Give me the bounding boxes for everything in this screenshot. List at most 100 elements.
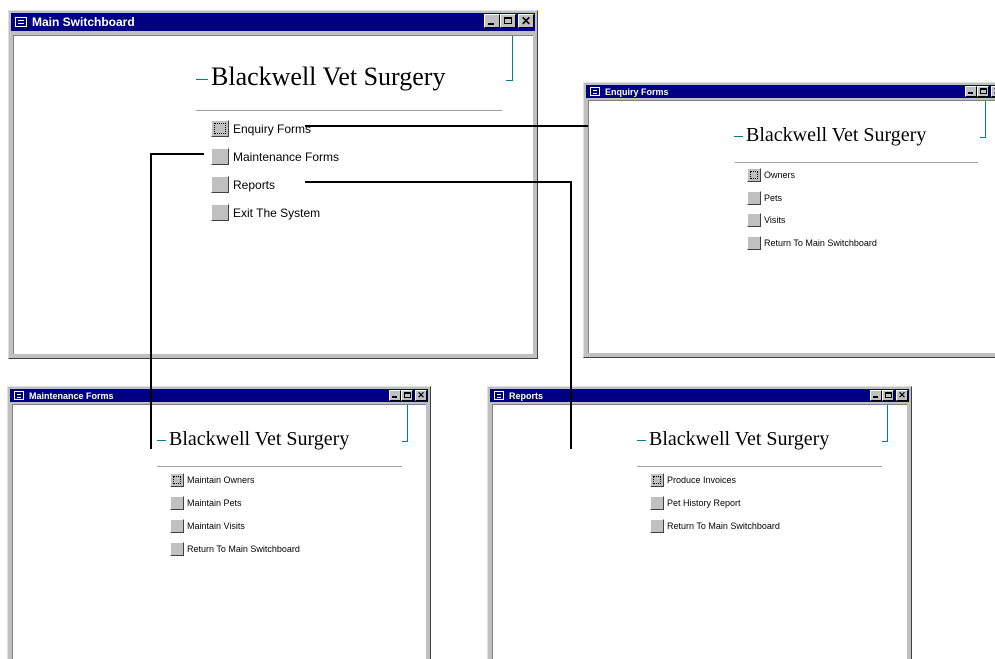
- divider: [637, 466, 882, 467]
- page-title: Blackwell Vet Surgery: [157, 428, 349, 451]
- divider: [735, 162, 978, 163]
- close-button[interactable]: ✕: [896, 390, 908, 401]
- switchboard-item-exit[interactable]: Exit The System: [211, 204, 320, 221]
- divider: [196, 110, 502, 111]
- close-button[interactable]: ✕: [518, 14, 534, 28]
- switchboard-item-pet-history-report[interactable]: Pet History Report: [650, 496, 741, 510]
- switchboard-body: Blackwell Vet Surgery Produce Invoices P…: [492, 404, 907, 659]
- switchboard-button[interactable]: [650, 473, 664, 487]
- enquiry-forms-titlebar[interactable]: Enquiry Forms: [586, 85, 995, 98]
- item-label: Return To Main Switchboard: [187, 544, 300, 554]
- reports-window: Reports ✕ Blackwell Vet Surgery Produce …: [487, 386, 912, 659]
- switchboard-button[interactable]: [747, 191, 761, 205]
- connector-maintenance-v: [150, 153, 152, 449]
- item-label: Pet History Report: [667, 498, 741, 508]
- page-title: Blackwell Vet Surgery: [637, 428, 829, 451]
- accent-bracket: [402, 405, 408, 442]
- switchboard-icon[interactable]: [15, 17, 27, 27]
- connector-maintenance-h: [150, 153, 204, 155]
- switchboard-button[interactable]: [170, 519, 184, 533]
- main-switchboard-titlebar[interactable]: Main Switchboard: [11, 13, 535, 31]
- switchboard-button[interactable]: [747, 213, 761, 227]
- minimize-button[interactable]: [389, 390, 401, 401]
- close-icon: ✕: [417, 390, 425, 400]
- switchboard-button[interactable]: [170, 542, 184, 556]
- switchboard-button[interactable]: [211, 204, 229, 221]
- page-title: Blackwell Vet Surgery: [196, 62, 445, 92]
- switchboard-body: Blackwell Vet Surgery Maintain Owners Ma…: [12, 404, 426, 659]
- enquiry-forms-window: Enquiry Forms ✕ Blackwell Vet Surgery Ow…: [583, 82, 995, 358]
- switchboard-item-return[interactable]: Return To Main Switchboard: [747, 236, 877, 250]
- window-title: Main Switchboard: [32, 15, 135, 29]
- reports-titlebar[interactable]: Reports: [490, 389, 909, 402]
- switchboard-item-enquiry-forms[interactable]: Enquiry Forms: [211, 120, 311, 137]
- maximize-icon: [404, 392, 411, 398]
- maximize-icon: [980, 88, 987, 94]
- minimize-button[interactable]: [484, 14, 500, 28]
- page-title: Blackwell Vet Surgery: [734, 124, 926, 147]
- switchboard-button[interactable]: [211, 120, 229, 137]
- window-controls: ✕: [870, 390, 908, 401]
- divider: [157, 466, 402, 467]
- item-label: Pets: [764, 193, 783, 203]
- minimize-button[interactable]: [870, 390, 882, 401]
- maximize-icon: [504, 17, 512, 24]
- item-label: Reports: [233, 177, 276, 192]
- switchboard-item-reports[interactable]: Reports: [211, 176, 275, 193]
- switchboard-button[interactable]: [170, 473, 184, 487]
- switchboard-icon[interactable]: [14, 391, 24, 400]
- minimize-icon: [968, 92, 973, 94]
- switchboard-item-return[interactable]: Return To Main Switchboard: [650, 519, 780, 533]
- switchboard-button[interactable]: [747, 168, 761, 182]
- switchboard-button[interactable]: [170, 496, 184, 510]
- minimize-icon: [392, 396, 397, 398]
- switchboard-item-maintain-pets[interactable]: Maintain Pets: [170, 496, 242, 510]
- switchboard-button[interactable]: [211, 148, 229, 165]
- minimize-icon: [488, 23, 494, 25]
- accent-bracket: [506, 36, 513, 81]
- close-icon: ✕: [898, 390, 906, 400]
- accent-dash: [196, 78, 208, 80]
- connector-reports-v: [570, 181, 572, 449]
- close-button[interactable]: ✕: [415, 390, 427, 401]
- item-label: Produce Invoices: [667, 475, 737, 485]
- item-label: Maintenance Forms: [233, 149, 340, 164]
- accent-dash: [157, 439, 166, 441]
- switchboard-item-produce-invoices[interactable]: Produce Invoices: [650, 473, 736, 487]
- switchboard-icon[interactable]: [494, 391, 504, 400]
- accent-dash: [637, 439, 646, 441]
- switchboard-item-visits[interactable]: Visits: [747, 213, 785, 227]
- switchboard-button[interactable]: [650, 519, 664, 533]
- close-icon: ✕: [520, 14, 532, 28]
- switchboard-item-maintain-owners[interactable]: Maintain Owners: [170, 473, 255, 487]
- item-label: Exit The System: [233, 205, 321, 220]
- maintenance-forms-titlebar[interactable]: Maintenance Forms: [10, 389, 428, 402]
- switchboard-button[interactable]: [747, 236, 761, 250]
- switchboard-item-maintenance-forms[interactable]: Maintenance Forms: [211, 148, 339, 165]
- switchboard-item-pets[interactable]: Pets: [747, 191, 782, 205]
- maximize-button[interactable]: [882, 390, 894, 401]
- maximize-button[interactable]: [401, 390, 413, 401]
- maximize-button[interactable]: [500, 14, 516, 28]
- window-title: Reports: [509, 390, 544, 401]
- minimize-button[interactable]: [965, 86, 977, 97]
- switchboard-item-return[interactable]: Return To Main Switchboard: [170, 542, 300, 556]
- switchboard-icon[interactable]: [590, 87, 600, 96]
- item-label: Maintain Owners: [187, 475, 255, 485]
- switchboard-button[interactable]: [650, 496, 664, 510]
- item-label: Visits: [764, 215, 786, 225]
- maintenance-forms-window: Maintenance Forms ✕ Blackwell Vet Surger…: [7, 386, 431, 659]
- connector-enquiry: [305, 125, 588, 127]
- switchboard-body: Blackwell Vet Surgery Enquiry Forms Main…: [13, 35, 533, 354]
- item-label: Maintain Visits: [187, 521, 245, 531]
- window-controls: ✕: [484, 14, 534, 28]
- accent-bracket: [882, 405, 888, 442]
- switchboard-item-maintain-visits[interactable]: Maintain Visits: [170, 519, 245, 533]
- maximize-button[interactable]: [977, 86, 989, 97]
- item-label: Return To Main Switchboard: [667, 521, 780, 531]
- minimize-icon: [873, 396, 878, 398]
- item-label: Owners: [764, 170, 796, 180]
- close-button[interactable]: ✕: [991, 86, 995, 97]
- switchboard-item-owners[interactable]: Owners: [747, 168, 795, 182]
- switchboard-button[interactable]: [211, 176, 229, 193]
